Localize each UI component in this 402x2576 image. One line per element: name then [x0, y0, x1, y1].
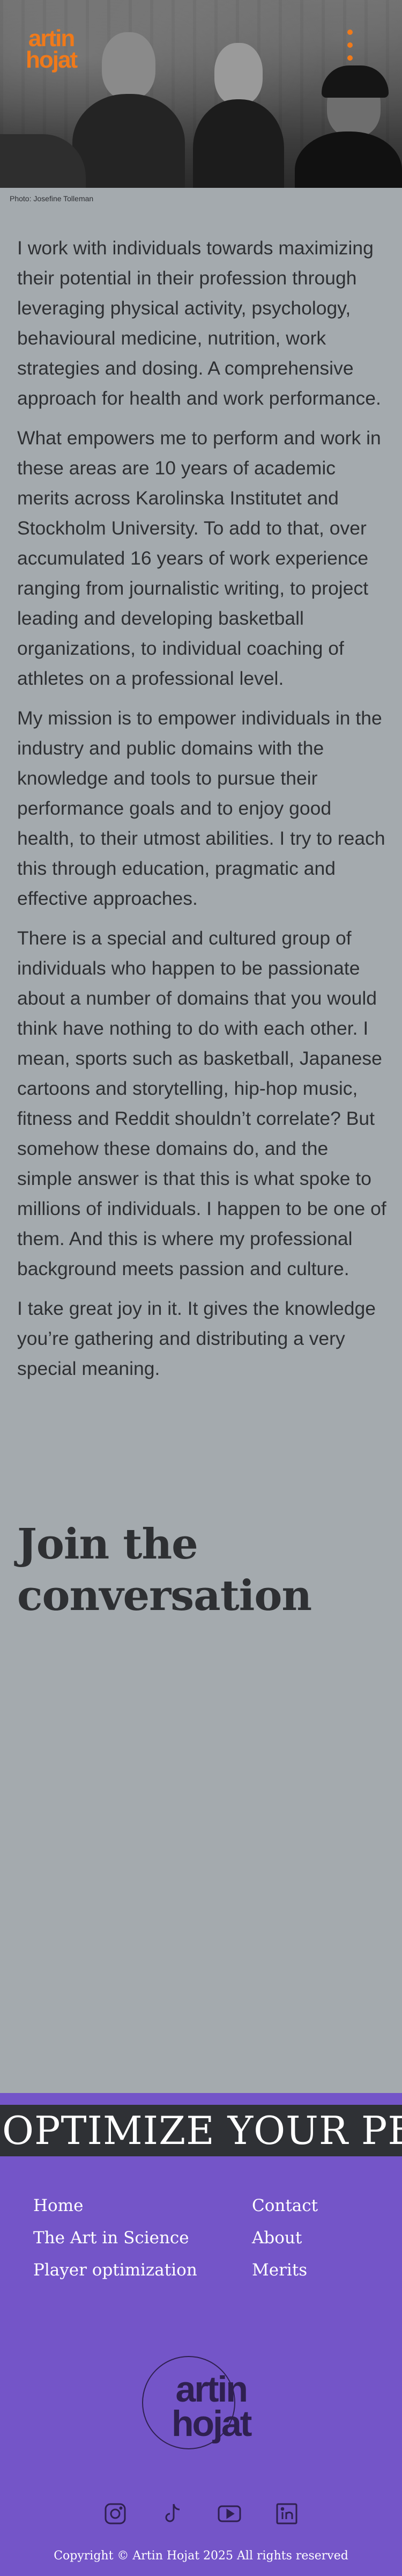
logo-line: artin	[28, 25, 75, 52]
marquee-banner: OPTIMIZE YOUR PERFORMANCE	[0, 2093, 402, 2168]
footer-link-about[interactable]: About	[252, 2222, 318, 2254]
photo-credit: Photo: Josefine Tolleman	[10, 194, 94, 203]
linkedin-icon[interactable]	[274, 2501, 300, 2527]
hero-person	[72, 21, 185, 188]
paragraph: My mission is to empower individuals in …	[17, 707, 385, 909]
hero-person	[193, 32, 284, 188]
footer-link-home[interactable]: Home	[33, 2190, 197, 2222]
paragraph: What empowers me to perform and work in …	[17, 427, 381, 689]
logo-line: artin	[175, 2369, 248, 2410]
logo-line: hojat	[172, 2403, 252, 2444]
paragraph: There is a special and cultured group of…	[17, 927, 386, 1279]
marquee-text: OPTIMIZE YOUR PERFORMANCE	[2, 2108, 402, 2153]
footer-link-merits[interactable]: Merits	[252, 2254, 318, 2286]
footer-link-player-optimization[interactable]: Player optimization	[33, 2254, 197, 2286]
copyright: Copyright © Artin Hojat 2025 All rights …	[54, 2549, 348, 2563]
paragraph: I take great joy in it. It gives the kno…	[17, 1298, 376, 1379]
instagram-icon[interactable]	[102, 2501, 128, 2527]
social-links	[0, 2501, 402, 2527]
site-logo[interactable]: artin hojat	[26, 25, 78, 73]
footer-nav-left: Home The Art in Science Player optimizat…	[33, 2190, 197, 2286]
about-text: I work with individuals towards maximizi…	[17, 233, 387, 1393]
join-heading: Join the conversation	[17, 1520, 312, 1620]
footer-link-art-in-science[interactable]: The Art in Science	[33, 2222, 197, 2254]
menu-dots-icon[interactable]	[347, 30, 354, 68]
footer-logo[interactable]: artin hojat	[142, 2356, 260, 2453]
hero-person	[289, 54, 402, 188]
paragraph: I work with individuals towards maximizi…	[17, 237, 381, 409]
logo-line: hojat	[26, 47, 78, 73]
hero-image: artin hojat	[0, 0, 402, 188]
tiktok-icon[interactable]	[160, 2501, 185, 2527]
footer-link-contact[interactable]: Contact	[252, 2190, 318, 2222]
youtube-icon[interactable]	[217, 2501, 242, 2527]
footer: Home The Art in Science Player optimizat…	[0, 2168, 402, 2576]
footer-nav-right: Contact About Merits	[252, 2190, 318, 2286]
